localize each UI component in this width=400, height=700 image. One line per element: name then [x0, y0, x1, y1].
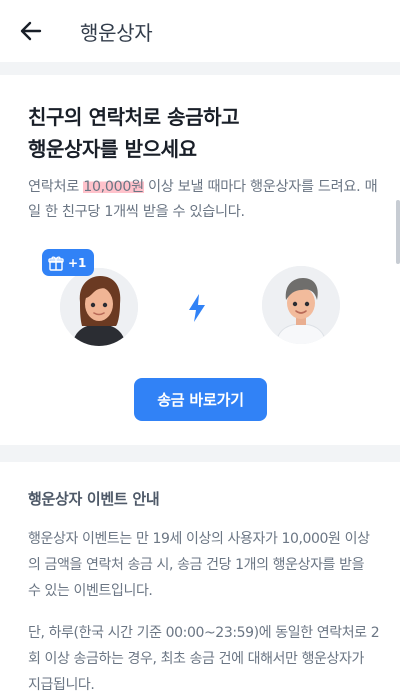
promo-headline: 친구의 연락처로 송금하고 행운상자를 받으세요	[28, 101, 378, 165]
page-title: 행운상자	[80, 21, 153, 45]
recipient-avatar	[262, 266, 340, 344]
promo-headline-line1: 친구의 연락처로 송금하고	[28, 105, 240, 129]
lightning-bolt-icon	[189, 294, 205, 322]
event-info-card: 행운상자 이벤트 안내 행운상자 이벤트는 만 19세 이상의 사용자가 10,…	[0, 462, 400, 700]
event-info-title: 행운상자 이벤트 안내	[28, 490, 160, 508]
gift-count-badge: +1	[42, 249, 95, 276]
promo-description: 연락처로 10,000원 이상 보낼 때마다 행운상자를 드려요. 매일 한 친…	[28, 175, 380, 225]
event-info-paragraph-1: 행운상자 이벤트는 만 19세 이상의 사용자가 10,000원 이상의 금액을…	[28, 531, 370, 599]
promo-desc-prefix: 연락처로	[28, 179, 84, 195]
gift-count-label: +1	[68, 255, 87, 270]
arrow-left-icon	[20, 21, 42, 41]
gift-icon	[48, 255, 64, 271]
scrollbar[interactable]	[396, 200, 400, 264]
back-button[interactable]	[16, 17, 46, 45]
promo-headline-line2: 행운상자를 받으세요	[28, 137, 197, 161]
event-info-paragraph-2: 단, 하루(한국 시간 기준 00:00~23:59)에 동일한 연락처로 2회…	[28, 625, 380, 693]
promo-desc-highlight-amount: 10,000원	[83, 179, 144, 195]
sender-avatar	[60, 268, 138, 346]
promo-card: 친구의 연락처로 송금하고 행운상자를 받으세요 연락처로 10,000원 이상…	[0, 75, 400, 445]
top-app-bar: 행운상자	[0, 0, 400, 62]
send-money-button[interactable]: 송금 바로가기	[134, 378, 267, 421]
